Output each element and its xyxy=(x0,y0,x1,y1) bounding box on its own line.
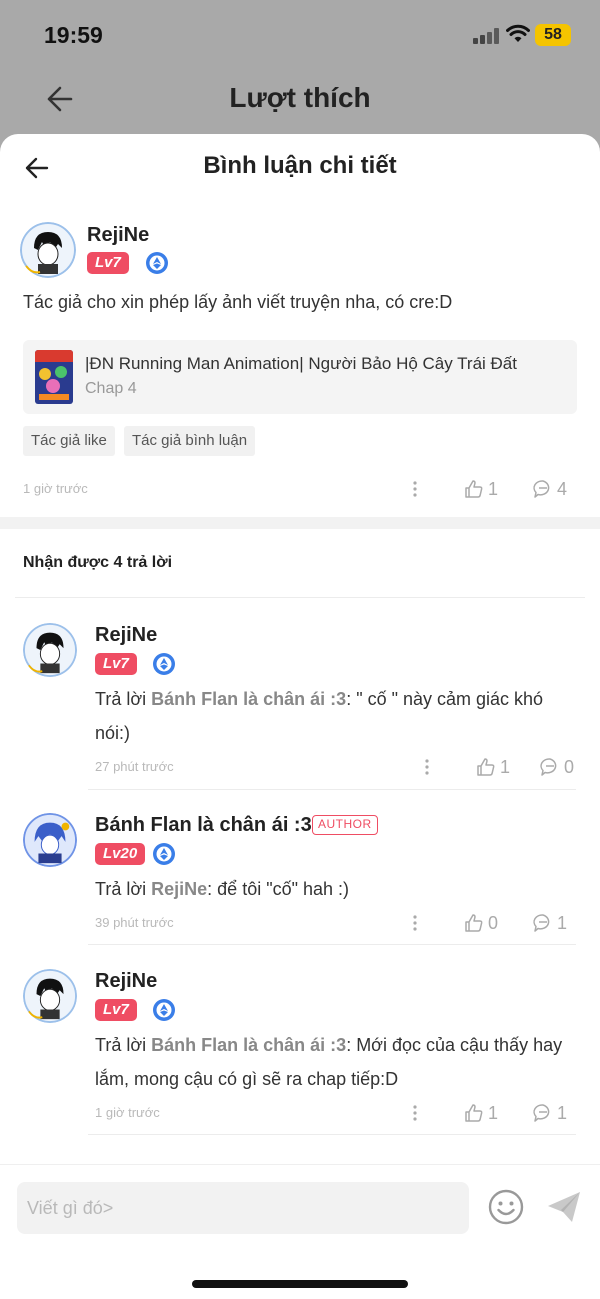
background-title: Lượt thích xyxy=(229,82,371,113)
like-count: 1 xyxy=(488,1102,499,1123)
medal-icon xyxy=(153,843,175,865)
story-title: |ĐN Running Man Animation| Người Bảo Hộ … xyxy=(85,354,517,373)
reply-text: Trả lời RejiNe: để tôi "cố" hah :) xyxy=(95,872,575,906)
more-options-icon[interactable] xyxy=(412,914,418,932)
like-count: 1 xyxy=(500,756,511,777)
reply-body-line2: nói:) xyxy=(95,723,131,743)
comment-input[interactable] xyxy=(17,1182,469,1234)
background-screen: 19:59 58 Lượt thích xyxy=(0,0,600,140)
tag-author-like: Tác giả like xyxy=(23,426,115,456)
level-badge: Lv7 xyxy=(95,653,137,675)
divider xyxy=(88,789,576,790)
home-indicator xyxy=(192,1280,408,1288)
battery-indicator: 58 xyxy=(535,24,571,46)
like-button[interactable]: 1 xyxy=(464,1102,498,1124)
reply-count: 1 xyxy=(557,912,568,933)
thumbs-up-icon xyxy=(477,758,495,776)
reply-body-line1: : Mới đọc của cậu thấy hay xyxy=(346,1035,563,1055)
like-button[interactable]: 1 xyxy=(476,756,510,778)
thumbs-up-icon xyxy=(465,914,483,932)
story-card[interactable]: |ĐN Running Man Animation| Người Bảo Hộ … xyxy=(23,340,577,414)
reply-time: 39 phút trước xyxy=(95,915,174,930)
medal-icon xyxy=(153,653,175,675)
comment-composer xyxy=(0,1164,600,1299)
reply-mention[interactable]: Bánh Flan là chân ái :3 xyxy=(151,689,346,709)
level-badge: Lv7 xyxy=(95,999,137,1021)
reply-prefix: Trả lời xyxy=(95,879,152,899)
send-icon[interactable] xyxy=(545,1188,583,1226)
reply-body-line1: : để tôi "cố" hah :) xyxy=(207,879,350,899)
replies-count: Nhận được 4 trả lời xyxy=(23,554,173,571)
background-header: Lượt thích xyxy=(0,70,600,134)
tag-author-comment: Tác giả bình luận xyxy=(124,426,256,456)
like-button[interactable]: 1 xyxy=(464,478,498,500)
emoji-icon[interactable] xyxy=(487,1188,525,1226)
reply-prefix: Trả lời xyxy=(95,689,152,709)
reply-button[interactable]: 4 xyxy=(533,478,567,500)
divider xyxy=(88,1134,576,1135)
story-cover-image xyxy=(35,350,73,404)
more-options-icon[interactable] xyxy=(424,758,430,776)
reply-body-line1: : " cố " này cảm giác khó xyxy=(346,689,544,709)
reply-time: 1 giờ trước xyxy=(95,1105,160,1120)
medal-icon xyxy=(146,252,168,274)
reply-button[interactable]: 0 xyxy=(540,756,574,778)
thumbs-up-icon xyxy=(465,1104,483,1122)
reply-text: Trả lời Bánh Flan là chân ái :3: " cố " … xyxy=(95,682,575,750)
reply-button[interactable]: 1 xyxy=(533,1102,567,1124)
comment-text: Tác giả cho xin phép lấy ảnh viết truyện… xyxy=(23,292,453,312)
reply-username[interactable]: RejiNe xyxy=(95,970,157,993)
reply-button[interactable]: 1 xyxy=(533,912,567,934)
reply-count: 4 xyxy=(557,478,568,499)
status-time: 19:59 xyxy=(44,22,103,48)
avatar[interactable] xyxy=(23,623,77,677)
comment-detail-sheet: Bình luận chi tiết RejiNe Lv7 Tác giả ch… xyxy=(0,134,600,1299)
story-chapter: Chap 4 xyxy=(85,380,137,397)
like-button[interactable]: 0 xyxy=(464,912,498,934)
status-bar: 19:59 58 xyxy=(0,0,600,70)
reply-body-line2: lắm, mong cậu có gì sẽ ra chap tiếp:D xyxy=(95,1069,399,1089)
level-badge: Lv20 xyxy=(95,843,146,865)
divider xyxy=(88,944,576,945)
reply-time: 27 phút trước xyxy=(95,759,174,774)
medal-icon xyxy=(153,999,175,1021)
chat-bubble-icon xyxy=(533,480,550,498)
sheet-header: Bình luận chi tiết xyxy=(0,134,600,200)
wifi-icon xyxy=(506,24,530,42)
comment-username[interactable]: RejiNe xyxy=(87,224,149,247)
avatar[interactable] xyxy=(23,969,77,1023)
reply-text: Trả lời Bánh Flan là chân ái :3: Mới đọc… xyxy=(95,1028,575,1096)
reply-mention[interactable]: RejiNe xyxy=(151,879,207,899)
sheet-title: Bình luận chi tiết xyxy=(203,152,397,179)
reply-username[interactable]: RejiNe xyxy=(95,624,157,647)
reply-mention[interactable]: Bánh Flan là chân ái :3 xyxy=(151,1035,346,1055)
comment-time: 1 giờ trước xyxy=(23,481,88,496)
avatar[interactable] xyxy=(23,813,77,867)
chat-bubble-icon xyxy=(533,1104,550,1122)
level-badge: Lv7 xyxy=(87,252,129,274)
section-divider xyxy=(0,517,600,529)
more-options-icon[interactable] xyxy=(412,480,418,498)
chat-bubble-icon xyxy=(533,914,550,932)
reply-prefix: Trả lời xyxy=(95,1035,152,1055)
reply-username[interactable]: Bánh Flan là chân ái :3 xyxy=(95,814,312,837)
signal-icon xyxy=(473,28,501,44)
divider xyxy=(15,597,585,598)
author-tag: AUTHOR xyxy=(312,815,378,835)
like-count: 0 xyxy=(488,912,499,933)
chat-bubble-icon xyxy=(540,758,557,776)
like-count: 1 xyxy=(488,478,499,499)
thumbs-up-icon xyxy=(465,480,483,498)
reply-count: 1 xyxy=(557,1102,568,1123)
reply-count: 0 xyxy=(564,756,575,777)
more-options-icon[interactable] xyxy=(412,1104,418,1122)
avatar[interactable] xyxy=(20,222,76,278)
